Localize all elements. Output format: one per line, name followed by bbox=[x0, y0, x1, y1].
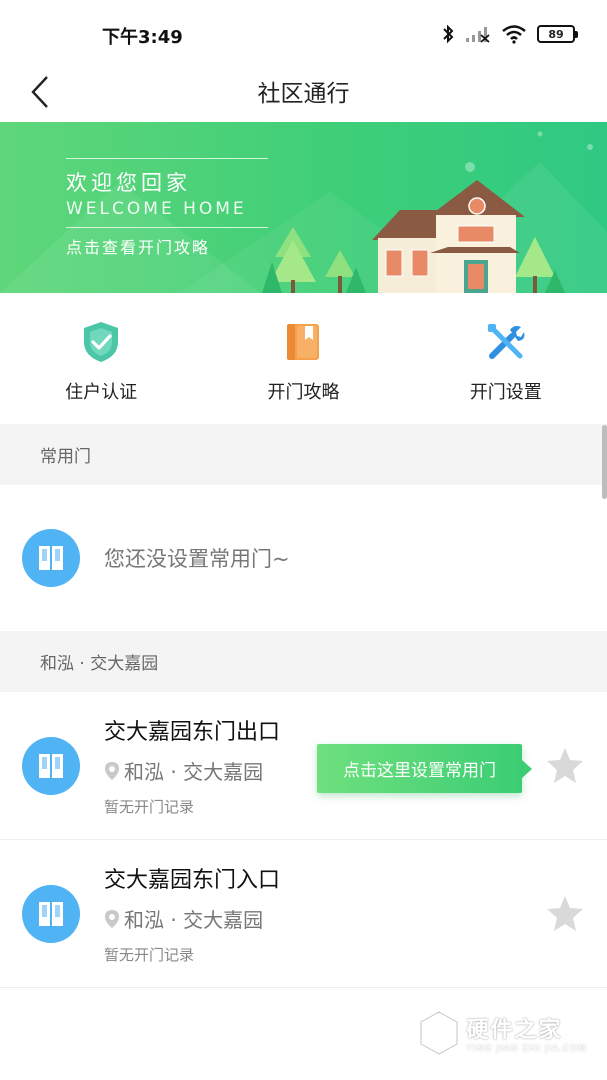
signal-icon bbox=[466, 27, 490, 43]
banner-divider-top bbox=[66, 158, 268, 159]
door-record: 暂无开门记录 bbox=[104, 946, 195, 964]
status-time: 下午3:49 bbox=[102, 27, 183, 48]
door-avatar bbox=[22, 737, 80, 795]
battery-indicator: 89 bbox=[537, 25, 578, 43]
door-icon bbox=[39, 902, 63, 926]
star-icon[interactable] bbox=[545, 746, 585, 786]
welcome-banner[interactable]: 欢迎您回家 WELCOME HOME 点击查看开门攻略 bbox=[0, 122, 607, 293]
door-avatar bbox=[22, 529, 80, 587]
watermark-logo-icon bbox=[419, 1010, 460, 1056]
community-header: 和泓 · 交大嘉园 bbox=[0, 631, 607, 692]
resident-verify-label: 住户认证 bbox=[65, 382, 138, 403]
door-avatar bbox=[22, 885, 80, 943]
door-icon bbox=[39, 546, 63, 570]
door-item[interactable]: 交大嘉园东门入口 和泓 · 交大嘉园 暂无开门记录 bbox=[0, 840, 607, 988]
door-guide-button[interactable]: 开门攻略 bbox=[202, 293, 404, 423]
wifi-icon bbox=[502, 25, 526, 44]
resident-verify-button[interactable]: 住户认证 bbox=[0, 293, 202, 423]
common-door-empty[interactable]: 您还没设置常用门~ bbox=[0, 485, 607, 631]
set-common-door-tooltip[interactable]: 点击这里设置常用门 bbox=[317, 744, 532, 793]
watermark: 硬件之家 YING JIAN ZHI JIA.COM bbox=[418, 1010, 587, 1056]
door-location-text: 和泓 · 交大嘉园 bbox=[124, 760, 264, 784]
empty-common-door-text: 您还没设置常用门~ bbox=[104, 547, 290, 571]
star-icon[interactable] bbox=[545, 894, 585, 934]
door-icon bbox=[39, 754, 63, 778]
watermark-text: 硬件之家 YING JIAN ZHI JIA.COM bbox=[466, 1012, 587, 1054]
location-pin-icon bbox=[105, 909, 119, 928]
door-location-text: 和泓 · 交大嘉园 bbox=[124, 908, 264, 932]
door-location: 和泓 · 交大嘉园 bbox=[104, 756, 263, 785]
banner-subtitle: WELCOME HOME bbox=[66, 199, 247, 219]
quick-actions: 住户认证 开门攻略 开门设置 bbox=[0, 293, 607, 423]
door-settings-label: 开门设置 bbox=[469, 382, 542, 403]
scrollbar[interactable] bbox=[602, 425, 607, 499]
bluetooth-icon bbox=[443, 24, 454, 44]
nav-bar: 社区通行 bbox=[0, 64, 607, 122]
banner-text: 欢迎您回家 WELCOME HOME 点击查看开门攻略 bbox=[66, 158, 268, 258]
tools-icon bbox=[484, 320, 528, 364]
banner-guide-link[interactable]: 点击查看开门攻略 bbox=[66, 227, 268, 258]
door-location: 和泓 · 交大嘉园 bbox=[104, 904, 263, 933]
location-pin-icon bbox=[105, 761, 119, 780]
door-record: 暂无开门记录 bbox=[104, 798, 195, 816]
watermark-main: 硬件之家 bbox=[466, 1018, 563, 1043]
door-settings-button[interactable]: 开门设置 bbox=[405, 293, 607, 423]
door-name: 交大嘉园东门入口 bbox=[104, 868, 281, 893]
door-name: 交大嘉园东门出口 bbox=[104, 720, 281, 745]
book-icon bbox=[281, 320, 325, 364]
page-title: 社区通行 bbox=[257, 81, 350, 107]
door-guide-label: 开门攻略 bbox=[267, 382, 340, 403]
common-doors-header: 常用门 bbox=[0, 424, 607, 485]
status-bar: 下午3:49 89 bbox=[0, 0, 607, 64]
banner-title: 欢迎您回家 bbox=[66, 171, 191, 195]
watermark-sub: YING JIAN ZHI JIA.COM bbox=[466, 1044, 587, 1054]
status-icons: 89 bbox=[441, 20, 578, 48]
shield-check-icon bbox=[79, 320, 123, 364]
